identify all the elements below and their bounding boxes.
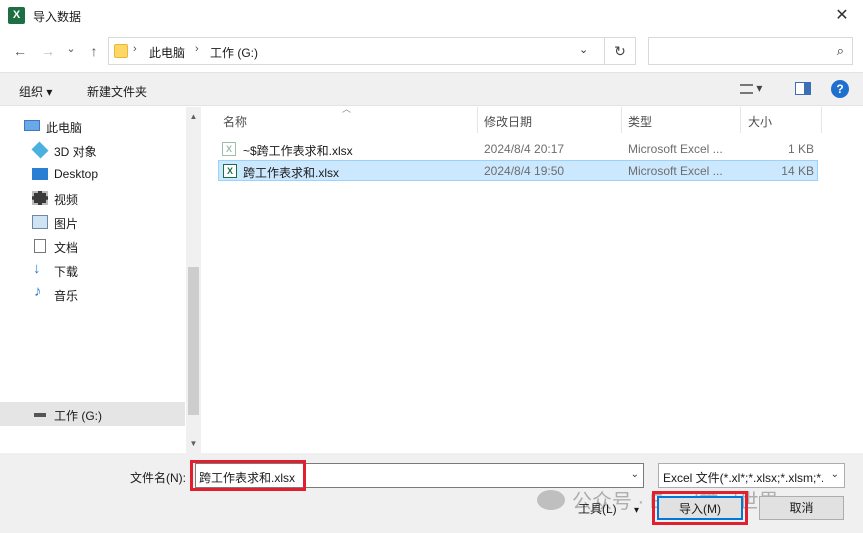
file-modified: 2024/8/4 20:17 xyxy=(484,142,565,156)
column-header-modified[interactable]: 修改日期 xyxy=(484,113,532,139)
file-type: Microsoft Excel ... xyxy=(628,142,723,156)
preview-pane-icon[interactable] xyxy=(795,82,811,95)
file-type: Microsoft Excel ... xyxy=(628,164,723,178)
organize-button[interactable]: 组织 ▾ xyxy=(19,83,52,100)
up-arrow-icon[interactable]: ↑ xyxy=(83,40,105,62)
computer-icon xyxy=(24,120,40,131)
document-icon xyxy=(34,239,46,253)
file-type-value: Excel 文件(*.xl*;*.xlsx;*.xlsm;*. xyxy=(663,471,823,485)
column-divider[interactable] xyxy=(740,107,741,133)
tools-button[interactable]: 工具(L) ▾ xyxy=(578,500,639,517)
chevron-down-icon[interactable]: ⌄ xyxy=(579,43,588,56)
sidebar-item-label: 下载 xyxy=(54,265,79,279)
excel-app-icon: X xyxy=(8,7,25,24)
sidebar-item-desktop[interactable]: Desktop xyxy=(0,162,185,186)
chevron-down-icon[interactable]: ▾ xyxy=(634,505,639,516)
scroll-down-icon[interactable]: ▼ xyxy=(186,436,201,451)
music-icon: ♪ xyxy=(34,283,42,300)
scrollbar-thumb[interactable] xyxy=(188,267,199,415)
sidebar-item-label: 3D 对象 xyxy=(54,145,97,159)
search-icon[interactable]: ⌕ xyxy=(837,43,844,59)
breadcrumb-this-pc[interactable]: 此电脑 xyxy=(149,44,185,61)
wechat-watermark-icon xyxy=(537,490,565,510)
drive-icon xyxy=(34,413,46,417)
sidebar-item-label: 音乐 xyxy=(54,289,79,303)
file-size: 1 KB xyxy=(787,142,814,156)
picture-icon xyxy=(32,215,48,229)
file-name: 跨工作表求和.xlsx xyxy=(243,166,340,180)
column-divider[interactable] xyxy=(621,107,622,133)
column-header-name[interactable]: 名称 xyxy=(223,113,247,139)
address-bar[interactable]: › 此电脑 › 工作 (G:) ⌄ xyxy=(108,37,636,65)
sidebar-item-music[interactable]: ♪ 音乐 xyxy=(0,282,185,306)
sidebar-item-3d-objects[interactable]: 3D 对象 xyxy=(0,138,185,162)
excel-file-icon: X xyxy=(222,142,236,156)
filename-label: 文件名(N): xyxy=(130,471,186,485)
sidebar-scrollbar[interactable]: ▲ ▼ xyxy=(186,107,201,453)
file-modified: 2024/8/4 19:50 xyxy=(484,164,565,178)
excel-file-icon: X xyxy=(223,164,237,178)
desktop-icon xyxy=(32,168,48,180)
view-options-icon[interactable]: ▾ xyxy=(740,81,762,95)
column-header-size[interactable]: 大小 xyxy=(748,113,772,139)
back-arrow-icon[interactable]: ← xyxy=(9,40,31,62)
column-divider[interactable] xyxy=(477,107,478,133)
sidebar-item-drive-g[interactable]: 工作 (G:) xyxy=(0,402,185,426)
breadcrumb-drive[interactable]: 工作 (G:) xyxy=(210,44,258,61)
new-folder-button[interactable]: 新建文件夹 xyxy=(87,83,147,100)
sidebar-item-label: 视频 xyxy=(54,193,79,207)
sidebar-item-label: 图片 xyxy=(54,217,79,231)
file-row-selected[interactable]: X 跨工作表求和.xlsx 2024/8/4 19:50 Microsoft E… xyxy=(218,160,818,181)
sidebar-item-label: 文档 xyxy=(54,241,79,255)
sidebar-item-documents[interactable]: 文档 xyxy=(0,234,185,258)
column-header-type[interactable]: 类型 xyxy=(628,113,652,139)
toolbar: 组织 ▾ 新建文件夹 ▾ ? xyxy=(0,72,863,106)
chevron-down-icon[interactable]: ▾ xyxy=(756,81,762,95)
chevron-right-icon[interactable]: › xyxy=(133,43,137,55)
folder-icon xyxy=(114,44,128,58)
title-bar: X 导入数据 ✕ xyxy=(0,0,863,32)
column-divider[interactable] xyxy=(821,107,822,133)
help-icon[interactable]: ? xyxy=(831,80,849,98)
scroll-up-icon[interactable]: ▲ xyxy=(186,109,201,124)
file-row[interactable]: X ~$跨工作表求和.xlsx 2024/8/4 20:17 Microsoft… xyxy=(218,139,818,160)
sidebar-item-downloads[interactable]: ↓ 下载 xyxy=(0,258,185,282)
window-title: 导入数据 xyxy=(33,10,82,24)
recent-locations-icon[interactable]: ⌄ xyxy=(60,38,82,60)
file-name: ~$跨工作表求和.xlsx xyxy=(243,144,353,158)
tools-label: 工具(L) xyxy=(578,502,617,516)
navigation-pane: 此电脑 3D 对象 Desktop 视频 图片 文档 ↓ 下载 ♪ 音乐 工作 … xyxy=(0,107,200,453)
video-icon xyxy=(32,191,48,205)
cancel-button[interactable]: 取消 xyxy=(759,496,844,520)
chevron-down-icon[interactable]: ⌄ xyxy=(631,469,639,480)
sort-ascending-icon: ︿ xyxy=(342,104,352,114)
file-size: 14 KB xyxy=(781,164,814,178)
chevron-right-icon[interactable]: › xyxy=(195,43,199,55)
download-icon: ↓ xyxy=(33,260,41,277)
sidebar-item-label: 工作 (G:) xyxy=(54,409,102,423)
highlight-box xyxy=(652,491,748,525)
cube-icon xyxy=(31,141,49,159)
forward-arrow-icon[interactable]: → xyxy=(37,40,59,62)
sidebar-item-label: Desktop xyxy=(54,167,99,181)
highlight-box xyxy=(190,460,306,491)
sidebar-item-pictures[interactable]: 图片 xyxy=(0,210,185,234)
search-input[interactable]: ⌕ xyxy=(648,37,853,65)
sidebar-item-videos[interactable]: 视频 xyxy=(0,186,185,210)
refresh-button[interactable]: ↻ xyxy=(604,37,636,65)
close-button[interactable]: ✕ xyxy=(825,2,859,30)
chevron-down-icon[interactable]: ⌄ xyxy=(831,469,839,480)
sidebar-item-label: 此电脑 xyxy=(46,121,83,135)
sidebar-item-this-pc[interactable]: 此电脑 xyxy=(0,114,185,138)
